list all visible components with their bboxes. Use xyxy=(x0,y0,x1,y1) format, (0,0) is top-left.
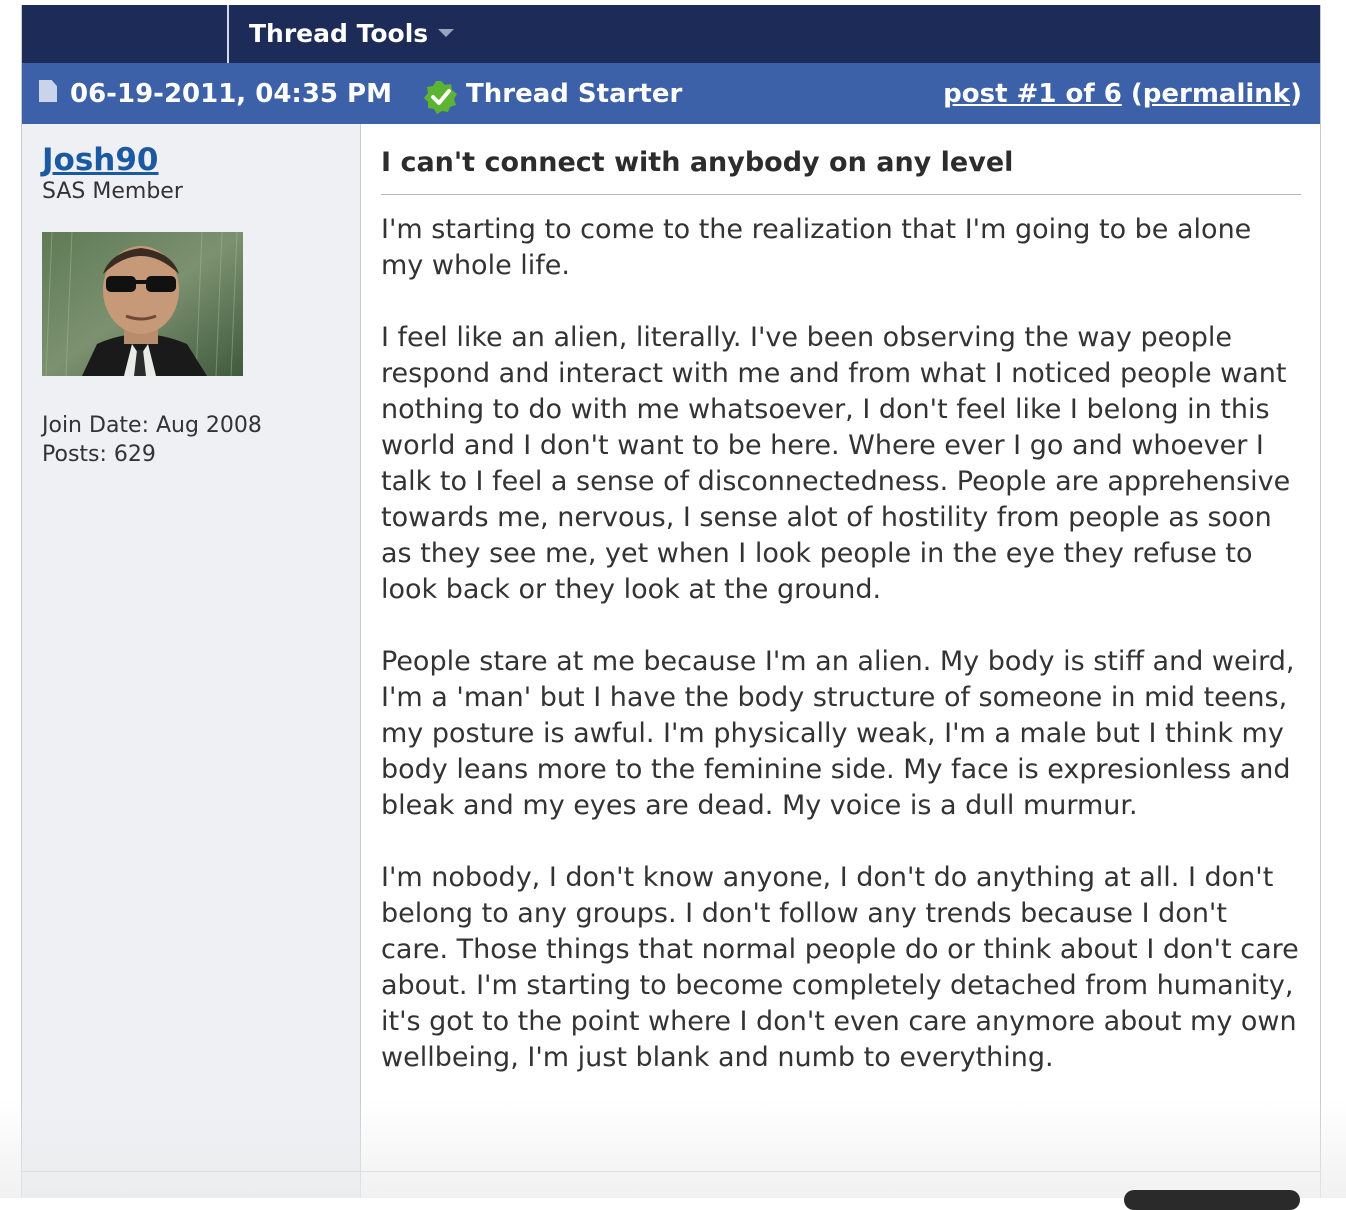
avatar[interactable] xyxy=(42,232,243,376)
title-divider xyxy=(381,194,1301,195)
thread-starter-label: Thread Starter xyxy=(466,79,683,109)
post-header: 06-19-2011, 04:35 PM Thread Starter post… xyxy=(22,63,1320,124)
username-link[interactable]: Josh90 xyxy=(42,142,159,178)
post-number-link[interactable]: post #1 of 6 xyxy=(943,79,1122,109)
permalink-link[interactable]: permalink xyxy=(1143,79,1290,109)
post-title: I can't connect with anybody on any leve… xyxy=(381,147,1014,178)
join-date: Join Date: Aug 2008 xyxy=(42,413,262,438)
toolbar-divider xyxy=(227,5,229,63)
close-paren: ) xyxy=(1290,79,1302,109)
thread-toolbar: Thread Tools xyxy=(22,5,1320,63)
post-body: I'm starting to come to the realization … xyxy=(381,212,1301,1112)
post-count: Posts: 629 xyxy=(42,442,156,467)
document-icon xyxy=(39,80,57,102)
chevron-down-icon[interactable] xyxy=(438,29,455,37)
post-date: 06-19-2011, 04:35 PM xyxy=(70,79,392,109)
post-container: Thread Tools 06-19-2011, 04:35 PM Thread… xyxy=(21,5,1321,1198)
post-links: post #1 of 6 (permalink) xyxy=(943,63,1302,124)
thread-tools-label[interactable]: Thread Tools xyxy=(249,19,428,48)
open-paren: ( xyxy=(1130,79,1143,109)
thread-tools-menu[interactable]: Thread Tools xyxy=(249,5,455,63)
post-paragraph: I feel like an alien, literally. I've be… xyxy=(381,322,1291,605)
post-footer-divider xyxy=(22,1171,1320,1172)
post-paragraph: I'm nobody, I don't know anyone, I don't… xyxy=(381,862,1299,1073)
footer-button[interactable] xyxy=(1124,1190,1300,1210)
user-title: SAS Member xyxy=(42,179,183,204)
user-sidebar: Josh90 SAS Member Join Date: Aug 2008 Po… xyxy=(22,124,361,1198)
post-paragraph: I'm starting to come to the realization … xyxy=(381,214,1252,281)
avatar-image xyxy=(42,232,243,376)
green-check-icon xyxy=(424,81,457,114)
post-paragraph: People stare at me because I'm an alien.… xyxy=(381,646,1295,821)
